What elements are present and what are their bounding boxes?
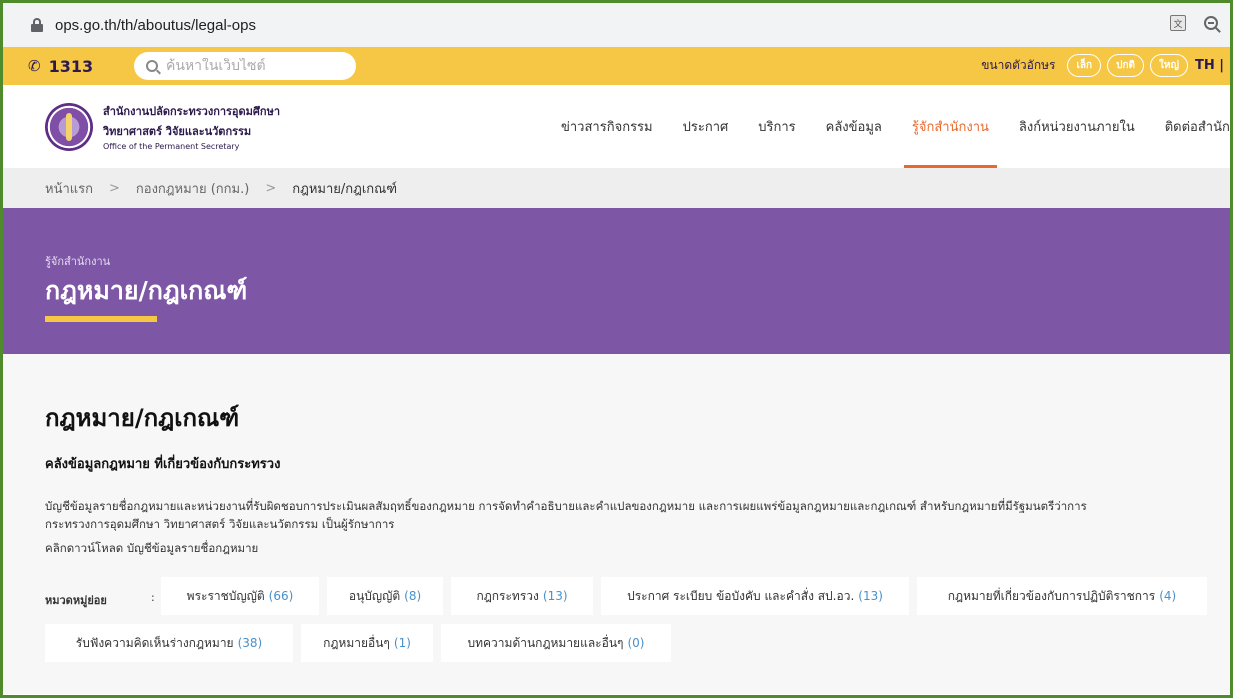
hotline-number: 1313 [48, 56, 94, 76]
main-content: กฎหมาย/กฎเกณฑ์ คลังข้อมูลกฎหมาย ที่เกี่ย… [3, 354, 1230, 694]
browser-window: ops.go.th/th/aboutus/legal-ops 文 ✆ 1313 … [0, 0, 1233, 698]
category-label: รับฟังความคิดเห็นร่างกฎหมาย [75, 635, 234, 650]
category-count: (13) [858, 589, 883, 603]
org-name-th-line2: วิทยาศาสตร์ วิจัยและนวัตกรรม [103, 125, 252, 138]
font-size-label: ขนาดตัวอักษร [981, 58, 1056, 72]
nav-item-internal-links[interactable]: ลิงก์หน่วยงานภายใน [1019, 85, 1135, 168]
categories-label: หมวดหมู่ย่อย [45, 594, 107, 607]
category-label: กฎหมายอื่นๆ [323, 635, 390, 650]
org-name-en: Office of the Permanent Secretary [103, 142, 240, 151]
nav-item-about[interactable]: รู้จักสำนักงาน [903, 85, 997, 168]
zoom-icon[interactable] [1204, 16, 1218, 30]
description-line: กระทรวงการอุดมศึกษา วิทยาศาสตร์ วิจัยและ… [45, 517, 395, 531]
category-count: (0) [627, 636, 645, 650]
page-banner: รู้จักสำนักงาน กฎหมาย/กฎเกณฑ์ [3, 208, 1230, 354]
main-nav: ข่าวสารกิจกรรม ประกาศ บริการ คลังข้อมูล … [561, 85, 1230, 168]
category-count: (13) [542, 589, 568, 603]
language-switch[interactable]: TH | [1195, 58, 1224, 73]
category-chip[interactable]: บทความด้านกฎหมายและอื่นๆ (0) [441, 624, 671, 662]
utility-bar: ✆ 1313 ขนาดตัวอักษร เล็ก ปกติ ใหญ่ TH | [3, 47, 1230, 85]
phone-icon: ✆ [28, 57, 41, 75]
translate-icon[interactable]: 文 [1170, 15, 1186, 31]
category-count: (1) [393, 636, 411, 650]
description-line: บัญชีข้อมูลรายชื่อกฎหมายและหน่วยงานที่รั… [45, 499, 1087, 513]
nav-item-data[interactable]: คลังข้อมูล [826, 85, 882, 168]
search-icon[interactable] [146, 60, 158, 72]
category-label: พระราชบัญญัติ [186, 588, 265, 603]
breadcrumb-legal-division[interactable]: กองกฎหมาย (กกม.) [136, 178, 249, 199]
category-label: อนุบัญญัติ [348, 588, 401, 603]
font-size-selector: ขนาดตัวอักษร เล็ก ปกติ ใหญ่ [981, 54, 1188, 77]
breadcrumb-separator: > [265, 180, 277, 196]
breadcrumb-home[interactable]: หน้าแรก [45, 178, 93, 199]
breadcrumb-current: กฎหมาย/กฎเกณฑ์ [292, 181, 398, 197]
category-label: กฎกระทรวง [476, 588, 539, 603]
category-chip[interactable]: กฎหมายที่เกี่ยวข้องกับการปฏิบัติราชการ (4… [917, 577, 1207, 615]
site-header: สำนักงานปลัดกระทรวงการอุดมศึกษา วิทยาศาส… [3, 85, 1230, 168]
banner-title: กฎหมาย/กฎเกณฑ์ [45, 276, 248, 305]
nav-item-news[interactable]: ข่าวสารกิจกรรม [561, 85, 653, 168]
ministry-seal-logo[interactable] [45, 102, 93, 151]
url-text[interactable]: ops.go.th/th/aboutus/legal-ops [55, 17, 256, 34]
category-chip[interactable]: ประกาศ ระเบียบ ข้อบังคับ และคำสั่ง สป.อว… [601, 577, 909, 615]
banner-kicker: รู้จักสำนักงาน [45, 255, 111, 268]
category-label: กฎหมายที่เกี่ยวข้องกับการปฏิบัติราชการ [947, 588, 1156, 603]
org-name-th-line1: สำนักงานปลัดกระทรวงการอุดมศึกษา [103, 105, 281, 118]
banner-underline [45, 316, 157, 322]
address-bar[interactable]: ops.go.th/th/aboutus/legal-ops 文 [3, 3, 1230, 47]
category-count: (8) [404, 589, 422, 603]
search-input[interactable] [166, 58, 346, 74]
category-label: ประกาศ ระเบียบ ข้อบังคับ และคำสั่ง สป.อว… [627, 588, 855, 603]
org-name-block[interactable]: สำนักงานปลัดกระทรวงการอุดมศึกษา วิทยาศาส… [103, 102, 280, 151]
section-title: คลังข้อมูลกฎหมาย ที่เกี่ยวข้องกับกระทรวง [45, 457, 281, 472]
categories-colon: : [151, 591, 155, 604]
page-title: กฎหมาย/กฎเกณฑ์ [45, 404, 240, 432]
hotline[interactable]: ✆ 1313 [28, 57, 132, 76]
category-chip[interactable]: พระราชบัญญัติ (66) [161, 577, 319, 615]
nav-item-announcements[interactable]: ประกาศ [683, 85, 729, 168]
category-chip[interactable]: รับฟังความคิดเห็นร่างกฎหมาย (38) [45, 624, 293, 662]
category-count: (4) [1159, 589, 1177, 603]
breadcrumb: หน้าแรก > กองกฎหมาย (กกม.) > กฎหมาย/กฎเก… [3, 168, 1230, 208]
breadcrumb-separator: > [109, 180, 120, 196]
download-link[interactable]: คลิกดาวน์โหลด บัญชีข้อมูลรายชื่อกฎหมาย [45, 540, 258, 558]
lock-icon [31, 18, 43, 32]
font-size-large-button[interactable]: ใหญ่ [1150, 54, 1188, 77]
category-chip[interactable]: อนุบัญญัติ (8) [327, 577, 443, 615]
description: บัญชีข้อมูลรายชื่อกฎหมายและหน่วยงานที่รั… [45, 497, 1230, 533]
category-chip[interactable]: กฎกระทรวง (13) [451, 577, 593, 615]
search-box[interactable] [134, 52, 356, 80]
category-count: (38) [237, 636, 263, 650]
font-size-normal-button[interactable]: ปกติ [1107, 54, 1144, 77]
category-chip[interactable]: กฎหมายอื่นๆ (1) [301, 624, 433, 662]
nav-item-contact[interactable]: ติดต่อสำนัก [1165, 85, 1230, 168]
category-count: (66) [268, 589, 294, 603]
nav-item-services[interactable]: บริการ [758, 85, 795, 168]
category-label: บทความด้านกฎหมายและอื่นๆ [467, 635, 624, 650]
font-size-small-button[interactable]: เล็ก [1067, 54, 1102, 77]
